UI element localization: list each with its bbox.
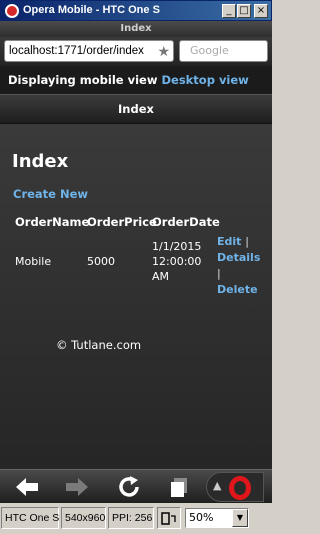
close-button[interactable]: × — [254, 4, 268, 18]
chevron-down-icon[interactable]: ▼ — [232, 509, 248, 527]
chevron-up-icon: ▲ — [213, 479, 222, 492]
column-header-ordername: OrderName — [15, 215, 90, 229]
column-header-orderprice: OrderPrice — [87, 215, 157, 229]
opera-menu-icon[interactable]: ▲ — [206, 472, 264, 502]
create-new-link[interactable]: Create New — [13, 187, 88, 201]
details-link[interactable]: Details — [217, 251, 260, 264]
page-header: Index — [0, 94, 272, 124]
tabs-icon[interactable] — [164, 473, 194, 501]
device-name: HTC One S — [1, 507, 59, 529]
tab-title: Index — [0, 21, 272, 37]
search-field[interactable]: Google — [179, 40, 268, 62]
edit-link[interactable]: Edit — [217, 235, 241, 248]
resolution: 540x960 — [61, 507, 106, 529]
window-title: Opera Mobile - HTC One S — [23, 4, 160, 16]
opera-logo-icon — [229, 476, 251, 500]
zoom-value: 50% — [189, 511, 214, 524]
delete-link[interactable]: Delete — [217, 283, 258, 296]
back-arrow-icon[interactable] — [12, 473, 42, 501]
view-mode-text: Displaying mobile view — [8, 73, 158, 87]
bottom-toolbar: ▲ — [0, 469, 272, 503]
cell-order-price: 5000 — [87, 255, 115, 268]
address-bar: localhost:1771/order/index ★ Google — [0, 37, 272, 66]
bookmark-star-icon[interactable]: ★ — [157, 43, 170, 59]
column-header-orderdate: OrderDate — [152, 215, 220, 229]
url-text: localhost:1771/order/index — [9, 45, 144, 57]
page-content: Index Create New OrderName OrderPrice Or… — [0, 124, 272, 469]
page-title: Index — [12, 151, 69, 172]
date-line: 1/1/2015 — [152, 240, 202, 253]
cell-order-name: Mobile — [15, 255, 52, 268]
minimize-button[interactable]: _ — [222, 4, 236, 18]
desktop-view-link[interactable]: Desktop view — [161, 73, 248, 87]
window-title-bar: Opera Mobile - HTC One S _ □ × — [0, 0, 272, 21]
url-field[interactable]: localhost:1771/order/index ★ — [4, 40, 174, 62]
status-bar: HTC One S 540x960 PPI: 256 50% ▼ — [0, 503, 272, 534]
cell-order-date: 1/1/2015 12:00:00 AM — [152, 239, 201, 284]
rotate-icon[interactable] — [157, 507, 181, 529]
reload-icon[interactable] — [114, 473, 144, 501]
opera-app-icon — [5, 4, 19, 18]
forward-arrow-icon[interactable] — [62, 473, 92, 501]
copyright-credit: © Tutlane.com — [56, 338, 142, 352]
zoom-select[interactable]: 50% ▼ — [185, 508, 249, 528]
separator: | — [217, 267, 221, 280]
view-mode-bar: Displaying mobile view Desktop view — [0, 66, 272, 94]
row-actions: Edit | Details | Delete — [217, 234, 260, 298]
separator: | — [245, 235, 249, 248]
maximize-button[interactable]: □ — [237, 4, 251, 18]
ppi: PPI: 256 — [108, 507, 154, 529]
date-line: AM — [152, 270, 170, 283]
date-line: 12:00:00 — [152, 255, 202, 268]
